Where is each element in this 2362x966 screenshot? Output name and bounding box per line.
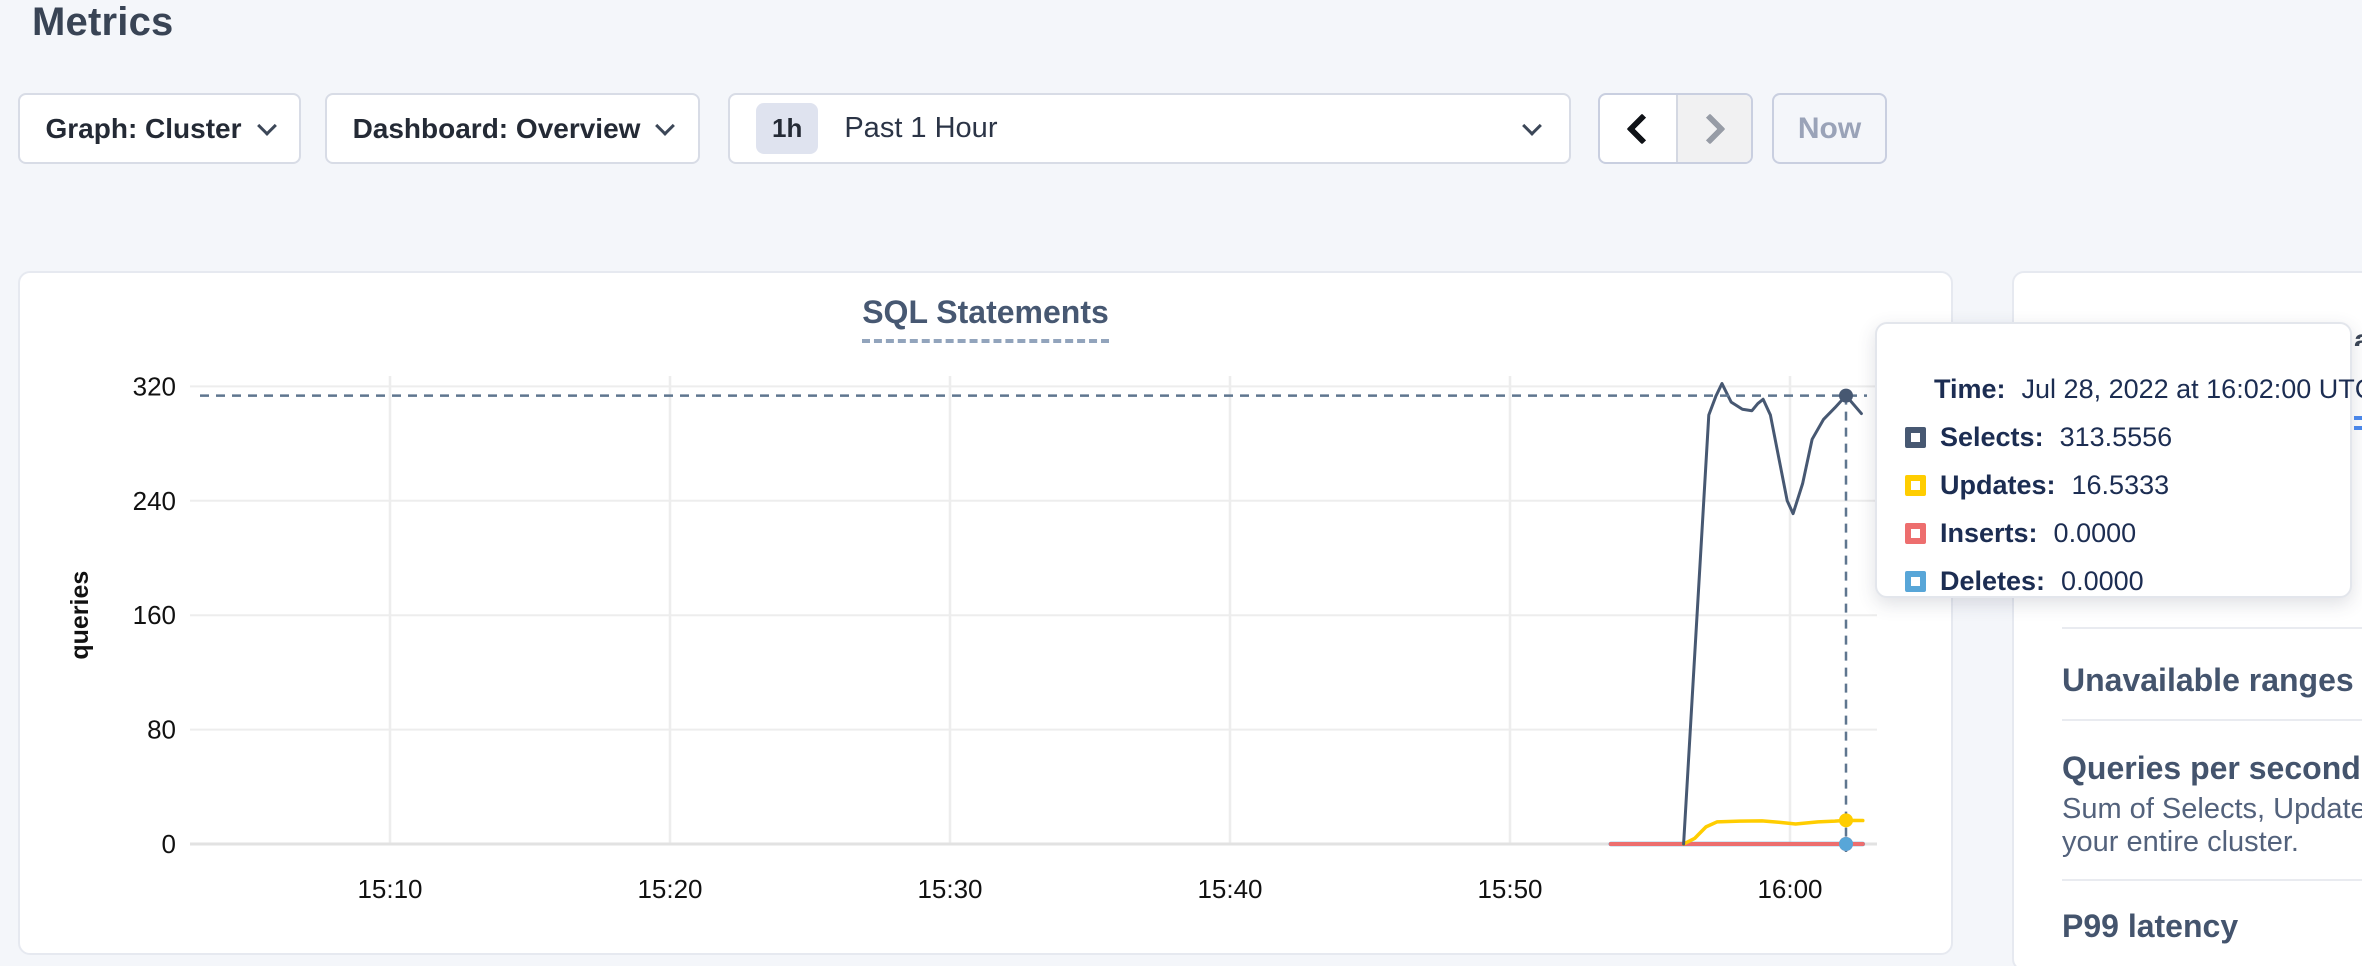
chevron-down-icon: [1522, 116, 1542, 136]
sidebar-item-unavailable-ranges: Unavailable ranges: [2062, 662, 2362, 699]
tooltip-inserts-label: Inserts:: [1940, 518, 2038, 549]
step-back-button[interactable]: [1600, 95, 1676, 162]
time-range-label: Past 1 Hour: [844, 112, 1525, 145]
updates-series-swatch: [1905, 475, 1926, 496]
tooltip-deletes-row: Deletes: 0.0000: [1905, 564, 2334, 598]
tooltip-time-value: Jul 28, 2022 at 16:02:00 UTC: [2022, 374, 2362, 405]
clipped-link-fragment: [2354, 416, 2362, 430]
graph-scope-label: Graph: Cluster: [45, 113, 241, 145]
sidebar-item-queries-per-second: Queries per second: [2062, 750, 2362, 787]
tooltip-updates-value: 16.5333: [2072, 470, 2170, 501]
time-range-dropdown[interactable]: 1h Past 1 Hour: [728, 93, 1571, 164]
selects-series-swatch: [1905, 427, 1926, 448]
clipped-text-fragment: a: [2354, 324, 2362, 346]
now-button[interactable]: Now: [1772, 93, 1887, 164]
deletes-series-swatch: [1905, 571, 1926, 592]
page-title: Metrics: [32, 0, 173, 45]
chart-title-link[interactable]: SQL Statements: [862, 294, 1109, 343]
chart-hover-tooltip: Time: Jul 28, 2022 at 16:02:00 UTC Selec…: [1875, 322, 2352, 598]
tooltip-selects-row: Selects: 313.5556: [1905, 420, 2334, 454]
inserts-series-swatch: [1905, 523, 1926, 544]
chevron-left-icon: [1626, 113, 1657, 144]
tooltip-updates-row: Updates: 16.5333: [1905, 468, 2334, 502]
dashboard-dropdown[interactable]: Dashboard: Overview: [325, 93, 700, 164]
tooltip-time-label: Time:: [1934, 374, 2006, 405]
sql-statements-chart-card: [18, 271, 1953, 955]
chart-title-wrap: SQL Statements: [18, 294, 1953, 343]
tooltip-updates-label: Updates:: [1940, 470, 2056, 501]
tooltip-selects-value: 313.5556: [2060, 422, 2173, 453]
metrics-page: Metrics Graph: Cluster Dashboard: Overvi…: [0, 0, 2362, 966]
chevron-down-icon: [257, 116, 277, 136]
tooltip-deletes-label: Deletes:: [1940, 566, 2045, 597]
tooltip-inserts-row: Inserts: 0.0000: [1905, 516, 2334, 550]
divider: [2062, 719, 2362, 721]
tooltip-selects-label: Selects:: [1940, 422, 2044, 453]
tooltip-deletes-value: 0.0000: [2061, 566, 2144, 597]
qps-description-line1: Sum of Selects, Updates, Inser: [2062, 793, 2362, 826]
time-range-badge: 1h: [756, 103, 818, 154]
qps-description-line2: your entire cluster.: [2062, 826, 2362, 859]
graph-scope-dropdown[interactable]: Graph: Cluster: [18, 93, 301, 164]
step-forward-button-disabled[interactable]: [1676, 95, 1752, 162]
sidebar-item-p99-latency: P99 latency: [2062, 908, 2362, 945]
divider: [2062, 879, 2362, 881]
divider: [2062, 627, 2362, 629]
time-step-button-group: [1598, 93, 1753, 164]
tooltip-time-row: Time: Jul 28, 2022 at 16:02:00 UTC: [1934, 372, 2334, 406]
tooltip-inserts-value: 0.0000: [2054, 518, 2137, 549]
dashboard-label: Dashboard: Overview: [353, 113, 641, 145]
chevron-right-icon: [1695, 113, 1726, 144]
chevron-down-icon: [656, 116, 676, 136]
